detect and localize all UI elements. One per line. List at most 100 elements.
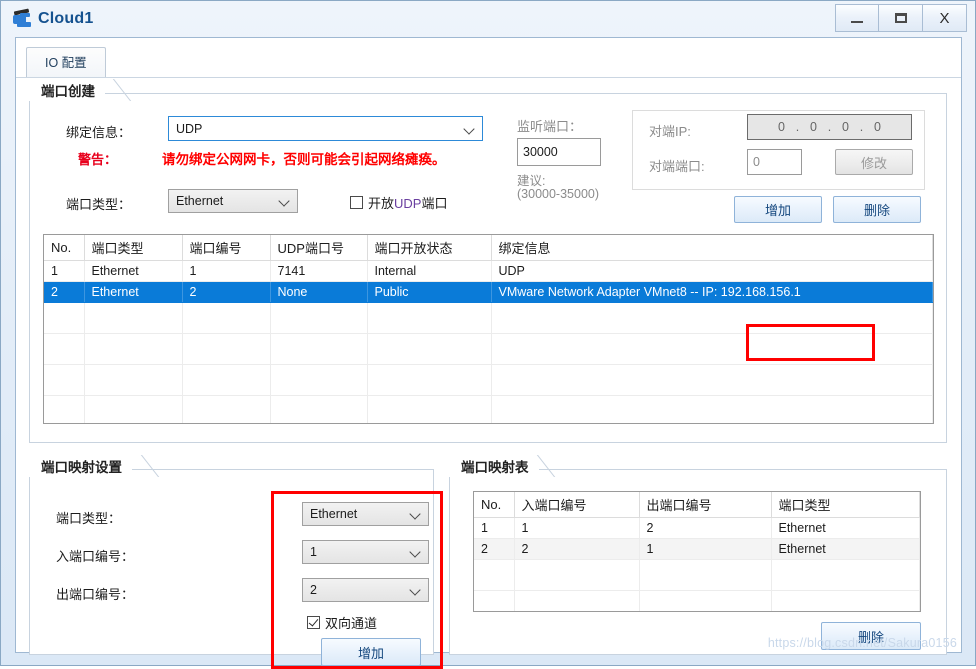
port-type-label: 端口类型： <box>66 197 132 212</box>
map-out-port-value: 2 <box>310 583 317 597</box>
mapping-header-row: No. 入端口编号 出端口编号 端口类型 <box>474 492 920 518</box>
peer-port-value: 0 <box>753 155 760 169</box>
window-controls: X <box>835 4 967 32</box>
maximize-button[interactable] <box>879 4 923 32</box>
listen-port-input[interactable]: 30000 <box>517 138 601 166</box>
peer-port-label: 对端端口: <box>649 159 705 174</box>
open-udp-label: 开放UDP端口 <box>368 196 448 211</box>
port-table[interactable]: No. 端口类型 端口编号 UDP端口号 端口开放状态 绑定信息 1 Ether… <box>43 234 934 424</box>
map-add-button[interactable]: 增加 <box>321 638 421 666</box>
peer-port-input[interactable]: 0 <box>747 149 802 175</box>
cell-type: Ethernet <box>84 260 183 282</box>
suggest-range: (30000-35000) <box>517 187 600 201</box>
mapping-table-title: 端口映射表 <box>449 455 539 477</box>
map-out-port-label: 出端口编号： <box>56 587 135 602</box>
table-row-empty <box>44 364 933 396</box>
peer-ip-label: 对端IP: <box>649 124 691 139</box>
cell-in: 1 <box>514 517 640 539</box>
port-create-group-title: 端口创建 <box>29 79 105 101</box>
bidirectional-checkbox[interactable]: 双向通道 <box>307 613 377 632</box>
port-col-num: 端口编号 <box>182 235 271 261</box>
bind-info-combo[interactable]: UDP <box>168 116 483 141</box>
table-row[interactable]: 2 Ethernet 2 None Public VMware Network … <box>44 281 933 303</box>
bidirectional-label: 双向通道 <box>325 616 378 631</box>
map-in-port-value: 1 <box>310 545 317 559</box>
mapping-settings-group: 端口映射设置 端口类型： Ethernet 入端口编号： 1 出端口编号： 2 … <box>29 455 434 666</box>
cell-bind: VMware Network Adapter VMnet8 -- IP: 192… <box>491 281 933 303</box>
port-create-group: 端口创建 绑定信息： UDP 警告： 请勿绑定公网网卡，否则可能会引起网络瘫痪。… <box>29 79 947 443</box>
cell-no: 1 <box>44 260 85 282</box>
cell-out: 1 <box>639 538 772 560</box>
table-row[interactable]: 2 2 1 Ethernet <box>474 538 920 560</box>
cell-in: 2 <box>514 538 640 560</box>
port-table-header-row: No. 端口类型 端口编号 UDP端口号 端口开放状态 绑定信息 <box>44 235 933 261</box>
minimize-button[interactable] <box>835 4 879 32</box>
map-port-type-label: 端口类型： <box>56 511 122 526</box>
table-row[interactable]: 1 1 2 Ethernet <box>474 517 920 539</box>
cell-num: 1 <box>182 260 271 282</box>
port-col-type: 端口类型 <box>84 235 183 261</box>
mapping-settings-title: 端口映射设置 <box>29 455 132 477</box>
chevron-down-icon <box>411 585 420 594</box>
close-button[interactable]: X <box>923 4 967 32</box>
delete-port-button[interactable]: 删除 <box>833 196 921 223</box>
chevron-down-icon <box>465 124 474 133</box>
warning-label: 警告： <box>78 152 118 167</box>
minimize-icon <box>851 20 863 23</box>
map-col-type: 端口类型 <box>771 492 920 518</box>
cell-no: 2 <box>474 538 515 560</box>
close-icon: X <box>939 9 950 27</box>
port-col-udp: UDP端口号 <box>270 235 368 261</box>
peer-ip-octet-4: 0 <box>874 120 881 134</box>
table-row-empty <box>44 395 933 423</box>
open-udp-checkbox[interactable]: 开放UDP端口 <box>350 193 447 212</box>
table-row-empty <box>474 590 920 611</box>
cell-type: Ethernet <box>84 281 183 303</box>
tab-underline <box>16 77 961 78</box>
cell-udp: None <box>270 281 368 303</box>
cell-udp: 7141 <box>270 260 368 282</box>
cell-type: Ethernet <box>771 517 920 539</box>
cell-state: Public <box>367 281 492 303</box>
open-udp-checkbox-box <box>350 196 363 209</box>
port-table-grid: No. 端口类型 端口编号 UDP端口号 端口开放状态 绑定信息 1 Ether… <box>44 235 933 423</box>
mapping-table[interactable]: No. 入端口编号 出端口编号 端口类型 1 1 2 Ethernet 2 2 … <box>473 491 921 612</box>
title-bar: Cloud1 X <box>1 1 975 37</box>
peer-ip-octet-2: 0 <box>810 120 817 134</box>
chevron-down-icon <box>411 509 420 518</box>
cloud1-window: Cloud1 X IO 配置 端口创建 绑定信息： UDP 警告： 请勿绑定公网… <box>0 0 976 669</box>
mapping-table-grid: No. 入端口编号 出端口编号 端口类型 1 1 2 Ethernet 2 2 … <box>474 492 920 611</box>
window-title: Cloud1 <box>38 10 94 27</box>
tab-io-config[interactable]: IO 配置 <box>26 47 106 78</box>
map-port-type-combo[interactable]: Ethernet <box>302 502 429 526</box>
cell-state: Internal <box>367 260 492 282</box>
cell-no: 1 <box>474 517 515 539</box>
port-col-no: No. <box>44 235 85 261</box>
maximize-icon <box>894 13 907 23</box>
watermark: https://blog.csdn.net/Sakura0156 <box>767 636 957 650</box>
group-tab-slash <box>534 455 558 477</box>
client-area: IO 配置 端口创建 绑定信息： UDP 警告： 请勿绑定公网网卡，否则可能会引… <box>15 37 962 669</box>
add-port-button[interactable]: 增加 <box>734 196 822 223</box>
mapping-table-group: 端口映射表 No. 入端口编号 出端口编号 端口类型 1 1 2 Etherne… <box>449 455 947 655</box>
port-col-bind: 绑定信息 <box>491 235 933 261</box>
port-type-combo[interactable]: Ethernet <box>168 189 298 213</box>
map-port-type-value: Ethernet <box>310 507 358 521</box>
peer-ip-octet-3: 0 <box>842 120 849 134</box>
bidirectional-checkbox-box <box>307 616 320 629</box>
peer-ip-input[interactable]: 0.0.0.0 <box>747 114 912 140</box>
table-row-empty <box>44 333 933 365</box>
listen-port-value: 30000 <box>523 145 558 159</box>
port-type-value: Ethernet <box>176 194 224 208</box>
map-col-in: 入端口编号 <box>514 492 640 518</box>
modify-button[interactable]: 修改 <box>835 149 913 175</box>
bind-info-label: 绑定信息： <box>66 125 132 140</box>
chevron-down-icon <box>280 196 289 205</box>
map-col-out: 出端口编号 <box>639 492 772 518</box>
tab-strip: IO 配置 <box>26 47 106 78</box>
chevron-down-icon <box>411 547 420 556</box>
table-row[interactable]: 1 Ethernet 1 7141 Internal UDP <box>44 260 933 282</box>
map-in-port-combo[interactable]: 1 <box>302 540 429 564</box>
map-col-no: No. <box>474 492 515 518</box>
map-out-port-combo[interactable]: 2 <box>302 578 429 602</box>
